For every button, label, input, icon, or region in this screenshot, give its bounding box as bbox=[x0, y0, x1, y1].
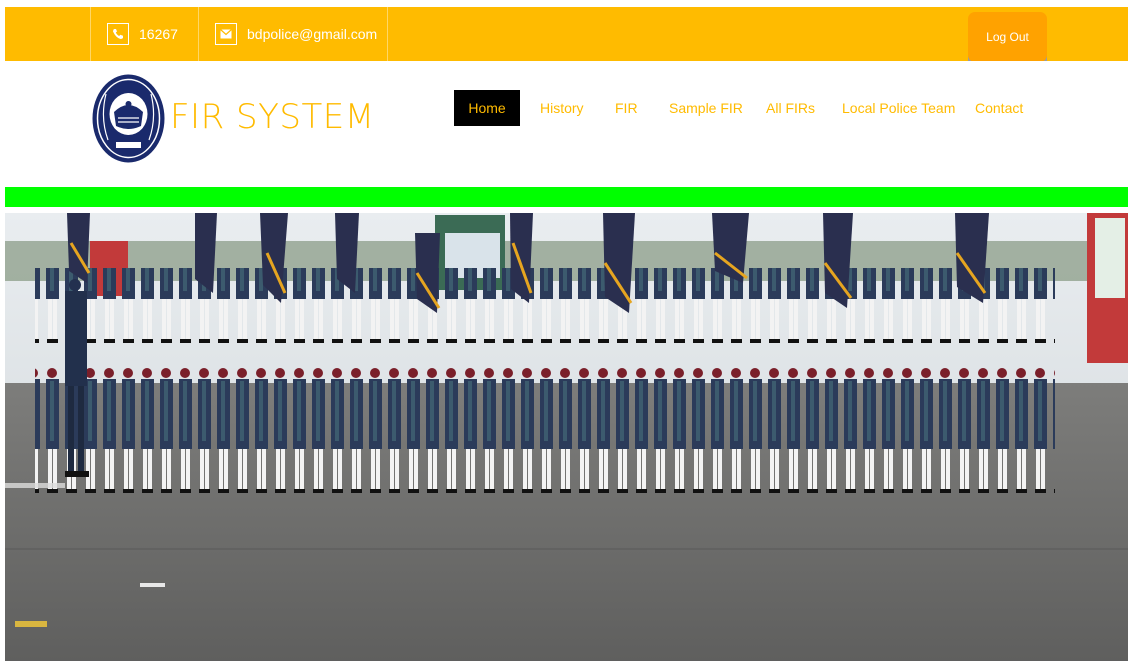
logout-button[interactable]: Log Out bbox=[968, 12, 1047, 62]
phone-icon bbox=[107, 23, 129, 45]
envelope-icon bbox=[215, 23, 237, 45]
police-logo[interactable] bbox=[92, 74, 165, 163]
phone-contact[interactable]: 16267 bbox=[90, 7, 199, 61]
email-contact[interactable]: bdpolice@gmail.com bbox=[198, 7, 388, 61]
nav-contact[interactable]: Contact bbox=[975, 90, 1023, 126]
nav-fir[interactable]: FIR bbox=[615, 90, 638, 126]
nav-history[interactable]: History bbox=[540, 90, 584, 126]
nav-all-firs[interactable]: All FIRs bbox=[766, 90, 815, 126]
nav-local-police-team[interactable]: Local Police Team bbox=[842, 90, 955, 126]
site-header: FIR SYSTEM Home History FIR Sample FIR A… bbox=[0, 61, 1128, 187]
nav-sample-fir[interactable]: Sample FIR bbox=[669, 90, 743, 126]
hero-image bbox=[5, 213, 1128, 661]
brand-title: FIR SYSTEM bbox=[170, 97, 375, 137]
email-address: bdpolice@gmail.com bbox=[247, 26, 378, 42]
top-bar: 16267 bdpolice@gmail.com Log Out bbox=[5, 7, 1128, 62]
phone-number: 16267 bbox=[139, 26, 178, 42]
green-divider bbox=[5, 187, 1128, 207]
nav-home[interactable]: Home bbox=[454, 90, 520, 126]
